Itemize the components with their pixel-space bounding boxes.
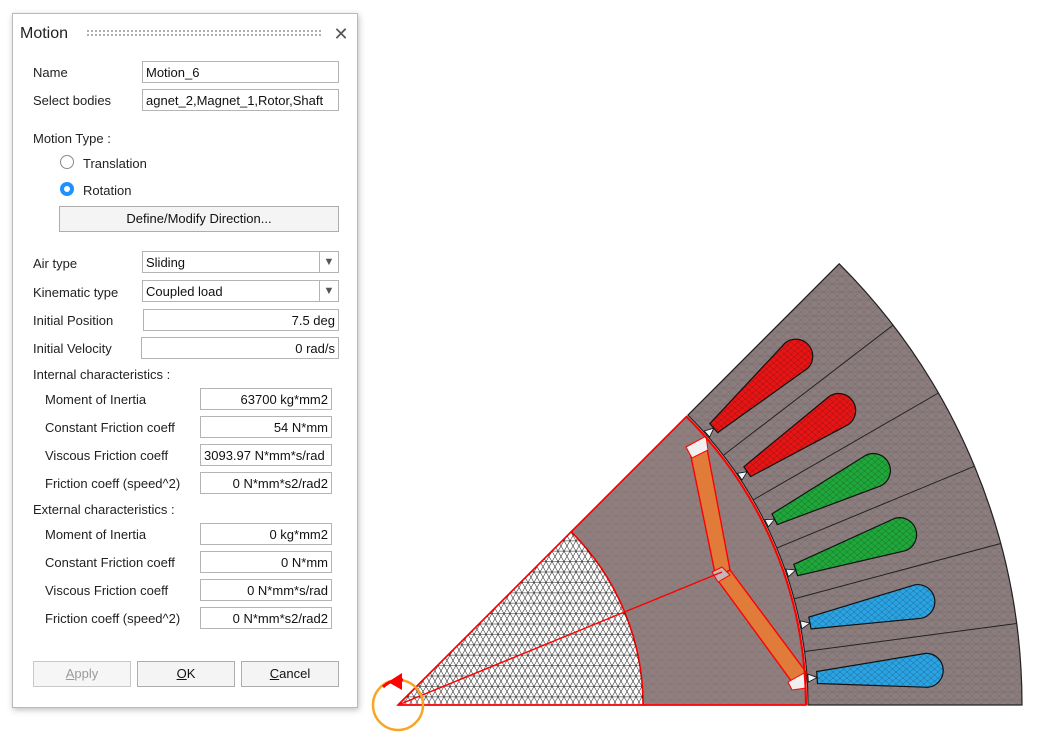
external-viscous-friction-label: Viscous Friction coeff bbox=[45, 583, 169, 598]
name-label: Name bbox=[33, 65, 68, 80]
internal-characteristics-header: Internal characteristics : bbox=[33, 367, 171, 382]
rotation-label: Rotation bbox=[83, 183, 132, 198]
internal-viscous-friction-field[interactable]: 3093.97 N*mm*s/rad bbox=[200, 444, 332, 466]
drag-handle[interactable] bbox=[86, 29, 322, 37]
external-moi-label: Moment of Inertia bbox=[45, 527, 147, 542]
kinematic-type-select[interactable]: Coupled load ▼ bbox=[142, 280, 339, 302]
external-moi-field[interactable]: 0 kg*mm2 bbox=[200, 523, 332, 545]
name-field[interactable]: Motion_6 bbox=[142, 61, 339, 83]
external-constant-friction-label: Constant Friction coeff bbox=[45, 555, 175, 570]
external-friction-speed2-label: Friction coeff (speed^2) bbox=[45, 611, 181, 626]
external-friction-speed2-field[interactable]: 0 N*mm*s2/rad2 bbox=[200, 607, 332, 629]
chevron-down-icon[interactable]: ▼ bbox=[319, 252, 338, 272]
define-direction-button[interactable]: Define/Modify Direction... bbox=[59, 206, 339, 232]
external-characteristics-header: External characteristics : bbox=[33, 502, 175, 517]
internal-constant-friction-label: Constant Friction coeff bbox=[45, 420, 175, 435]
dialog-title: Motion bbox=[20, 25, 69, 42]
air-type-label: Air type bbox=[33, 256, 78, 271]
internal-friction-speed2-label: Friction coeff (speed^2) bbox=[45, 476, 181, 491]
air-type-select[interactable]: Sliding ▼ bbox=[142, 251, 339, 273]
rotation-radio[interactable] bbox=[60, 182, 74, 196]
motion-type-label: Motion Type : bbox=[33, 131, 111, 146]
close-icon[interactable]: ✕ bbox=[331, 24, 351, 44]
ok-button[interactable]: OK bbox=[137, 661, 235, 687]
title-bar[interactable]: Motion ✕ bbox=[13, 14, 357, 52]
translation-radio[interactable] bbox=[60, 155, 74, 169]
select-bodies-label: Select bodies bbox=[33, 93, 112, 108]
select-bodies-field[interactable]: agnet_2,Magnet_1,Rotor,Shaft bbox=[142, 89, 339, 111]
air-type-value: Sliding bbox=[146, 255, 186, 270]
internal-moi-field[interactable]: 63700 kg*mm2 bbox=[200, 388, 332, 410]
chevron-down-icon[interactable]: ▼ bbox=[319, 281, 338, 301]
apply-button[interactable]: Apply bbox=[33, 661, 131, 687]
internal-viscous-friction-label: Viscous Friction coeff bbox=[45, 448, 169, 463]
kinematic-type-value: Coupled load bbox=[146, 284, 223, 299]
motion-dialog: Motion ✕ Name Motion_6 Select bodies agn… bbox=[12, 13, 358, 708]
internal-moi-label: Moment of Inertia bbox=[45, 392, 147, 407]
internal-constant-friction-field[interactable]: 54 N*mm bbox=[200, 416, 332, 438]
initial-velocity-field[interactable]: 0 rad/s bbox=[141, 337, 339, 359]
kinematic-type-label: Kinematic type bbox=[33, 285, 119, 300]
internal-friction-speed2-field[interactable]: 0 N*mm*s2/rad2 bbox=[200, 472, 332, 494]
external-constant-friction-field[interactable]: 0 N*mm bbox=[200, 551, 332, 573]
initial-velocity-label: Initial Velocity bbox=[33, 341, 112, 356]
initial-position-field[interactable]: 7.5 deg bbox=[143, 309, 339, 331]
initial-position-label: Initial Position bbox=[33, 313, 114, 328]
cancel-button[interactable]: Cancel bbox=[241, 661, 339, 687]
external-viscous-friction-field[interactable]: 0 N*mm*s/rad bbox=[200, 579, 332, 601]
translation-label: Translation bbox=[83, 156, 147, 171]
